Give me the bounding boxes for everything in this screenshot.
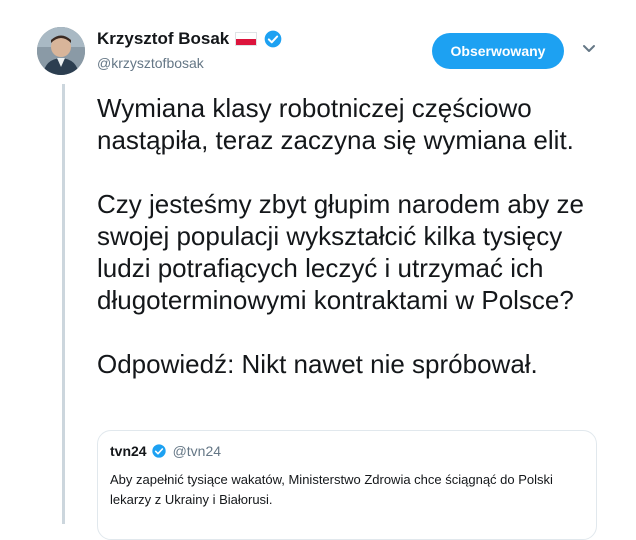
author-name-row: Krzysztof Bosak [97,29,283,49]
quoted-author-name: tvn24 [110,443,147,459]
quoted-tweet-text: Aby zapełnić tysiące wakatów, Ministerst… [110,472,553,507]
author-handle[interactable]: @krzysztofbosak [97,55,204,71]
chevron-down-icon[interactable] [582,44,596,54]
poland-flag-icon [235,32,258,46]
follow-button[interactable]: Obserwowany [432,33,564,69]
author-name[interactable]: Krzysztof Bosak [97,29,229,49]
avatar-image [37,27,85,75]
quoted-author-handle: @tvn24 [172,443,222,459]
author-avatar[interactable] [37,27,85,75]
verified-badge-icon [264,30,282,48]
thread-line [62,84,65,524]
tweet-text: Wymiana klasy robotniczej częściowo nast… [97,93,584,379]
verified-badge-icon [151,444,166,458]
quoted-tweet-header: tvn24 @tvn24 [110,443,221,459]
